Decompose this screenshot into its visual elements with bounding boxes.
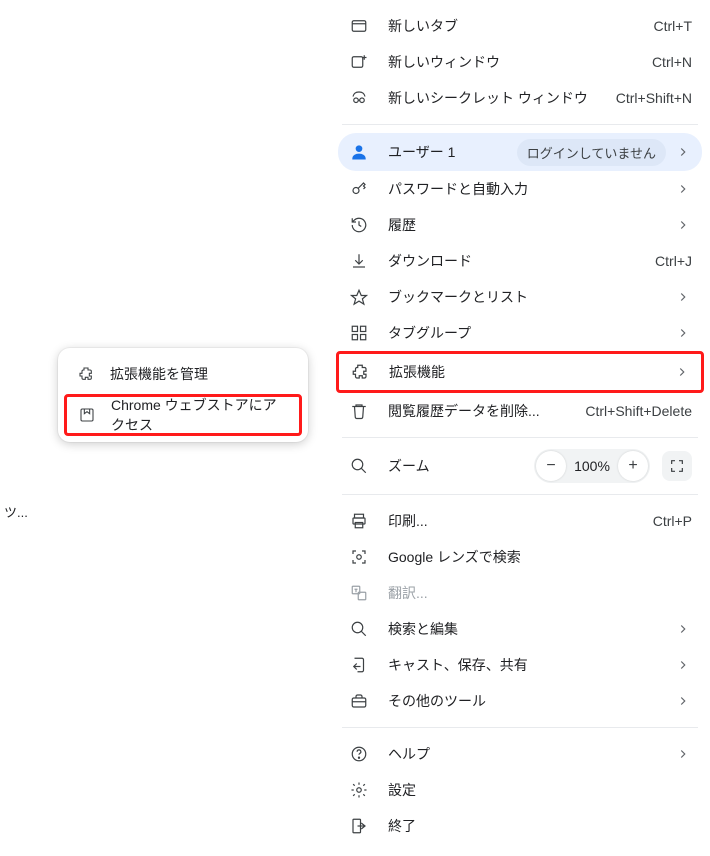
menu-bookmarks[interactable]: ブックマークとリスト — [338, 279, 702, 315]
menu-google-lens[interactable]: Google レンズで検索 — [338, 539, 702, 575]
chevron-right-icon — [674, 658, 692, 672]
download-icon — [348, 252, 370, 270]
separator — [342, 124, 698, 125]
menu-tab-groups[interactable]: タブグループ — [338, 315, 702, 351]
submenu-label: 拡張機能を管理 — [96, 364, 208, 384]
menu-label: Google レンズで検索 — [370, 547, 692, 567]
chrome-main-menu: 新しいタブ Ctrl+T 新しいウィンドウ Ctrl+N 新しいシークレット ウ… — [330, 0, 710, 856]
menu-translate[interactable]: 翻訳... — [338, 575, 702, 611]
new-window-icon — [348, 53, 370, 71]
chevron-right-icon — [674, 326, 692, 340]
chevron-right-icon — [674, 747, 692, 761]
key-icon — [348, 180, 370, 198]
separator — [342, 494, 698, 495]
toolbox-icon — [348, 692, 370, 710]
zoom-value: 100% — [568, 458, 616, 474]
incognito-icon — [348, 89, 370, 107]
menu-history[interactable]: 履歴 — [338, 207, 702, 243]
separator — [342, 727, 698, 728]
menu-label: 新しいシークレット ウィンドウ — [370, 88, 616, 108]
menu-shortcut: Ctrl+N — [652, 54, 692, 70]
menu-label: ヘルプ — [370, 744, 674, 764]
new-tab-icon — [348, 17, 370, 35]
star-icon — [348, 288, 370, 306]
extension-icon — [76, 366, 96, 382]
menu-settings[interactable]: 設定 — [338, 772, 702, 808]
history-icon — [348, 216, 370, 234]
chevron-right-icon — [674, 290, 692, 304]
menu-label: 設定 — [370, 780, 692, 800]
user-status: ログインしていません — [517, 139, 666, 166]
zoom-controls: − 100% + — [534, 449, 650, 483]
webstore-icon — [77, 407, 97, 423]
chevron-right-icon — [674, 145, 692, 159]
zoom-icon — [348, 457, 370, 475]
translate-icon — [348, 584, 370, 602]
menu-label: ブックマークとリスト — [370, 287, 674, 307]
extensions-submenu: 拡張機能を管理 Chrome ウェブストアにアクセス — [58, 348, 308, 442]
menu-new-tab[interactable]: 新しいタブ Ctrl+T — [338, 8, 702, 44]
menu-new-window[interactable]: 新しいウィンドウ Ctrl+N — [338, 44, 702, 80]
menu-label: パスワードと自動入力 — [370, 179, 674, 199]
chevron-right-icon — [674, 182, 692, 196]
user-icon — [348, 142, 370, 162]
menu-extensions[interactable]: 拡張機能 — [339, 354, 701, 390]
menu-print[interactable]: 印刷... Ctrl+P — [338, 503, 702, 539]
trash-icon — [348, 402, 370, 420]
chevron-right-icon — [674, 694, 692, 708]
fullscreen-button[interactable] — [662, 451, 692, 481]
menu-label: キャスト、保存、共有 — [370, 655, 674, 675]
menu-more-tools[interactable]: その他のツール — [338, 683, 702, 719]
zoom-label: ズーム — [370, 456, 534, 476]
menu-shortcut: Ctrl+Shift+N — [616, 90, 692, 106]
menu-clear-browsing-data[interactable]: 閲覧履歴データを削除... Ctrl+Shift+Delete — [338, 393, 702, 429]
menu-user-profile[interactable]: ユーザー 1 ログインしていません — [338, 133, 702, 171]
menu-shortcut: Ctrl+T — [654, 18, 693, 34]
menu-label: 拡張機能 — [371, 362, 673, 382]
chevron-right-icon — [674, 218, 692, 232]
menu-label: 翻訳... — [370, 583, 692, 603]
search-icon — [348, 620, 370, 638]
cut-off-text: ツ... — [4, 502, 28, 521]
user-name: ユーザー 1 — [370, 142, 517, 162]
menu-label: ダウンロード — [370, 251, 655, 271]
highlight-extensions: 拡張機能 — [336, 351, 704, 393]
print-icon — [348, 512, 370, 530]
gear-icon — [348, 781, 370, 799]
submenu-chrome-webstore[interactable]: Chrome ウェブストアにアクセス — [67, 397, 299, 433]
zoom-out-button[interactable]: − — [536, 451, 566, 481]
menu-label: 新しいウィンドウ — [370, 52, 652, 72]
menu-shortcut: Ctrl+J — [655, 253, 692, 269]
menu-shortcut: Ctrl+Shift+Delete — [585, 403, 692, 419]
menu-label: その他のツール — [370, 691, 674, 711]
menu-find-edit[interactable]: 検索と編集 — [338, 611, 702, 647]
menu-label: 終了 — [370, 816, 692, 836]
separator — [342, 437, 698, 438]
submenu-manage-extensions[interactable]: 拡張機能を管理 — [66, 356, 300, 392]
menu-zoom: ズーム − 100% + — [338, 446, 702, 486]
chevron-right-icon — [673, 365, 691, 379]
highlight-webstore: Chrome ウェブストアにアクセス — [64, 394, 302, 436]
extension-icon — [349, 363, 371, 381]
menu-shortcut: Ctrl+P — [653, 513, 692, 529]
exit-icon — [348, 817, 370, 835]
menu-label: 印刷... — [370, 511, 653, 531]
tab-groups-icon — [348, 324, 370, 342]
menu-label: 新しいタブ — [370, 16, 654, 36]
chevron-right-icon — [674, 622, 692, 636]
cast-icon — [348, 656, 370, 674]
zoom-in-button[interactable]: + — [618, 451, 648, 481]
submenu-label: Chrome ウェブストアにアクセス — [97, 395, 289, 435]
menu-passwords[interactable]: パスワードと自動入力 — [338, 171, 702, 207]
menu-label: 履歴 — [370, 215, 674, 235]
menu-label: 閲覧履歴データを削除... — [370, 401, 585, 421]
lens-icon — [348, 548, 370, 566]
menu-label: 検索と編集 — [370, 619, 674, 639]
menu-incognito[interactable]: 新しいシークレット ウィンドウ Ctrl+Shift+N — [338, 80, 702, 116]
menu-downloads[interactable]: ダウンロード Ctrl+J — [338, 243, 702, 279]
help-icon — [348, 745, 370, 763]
menu-label: タブグループ — [370, 323, 674, 343]
menu-cast-save-share[interactable]: キャスト、保存、共有 — [338, 647, 702, 683]
menu-help[interactable]: ヘルプ — [338, 736, 702, 772]
